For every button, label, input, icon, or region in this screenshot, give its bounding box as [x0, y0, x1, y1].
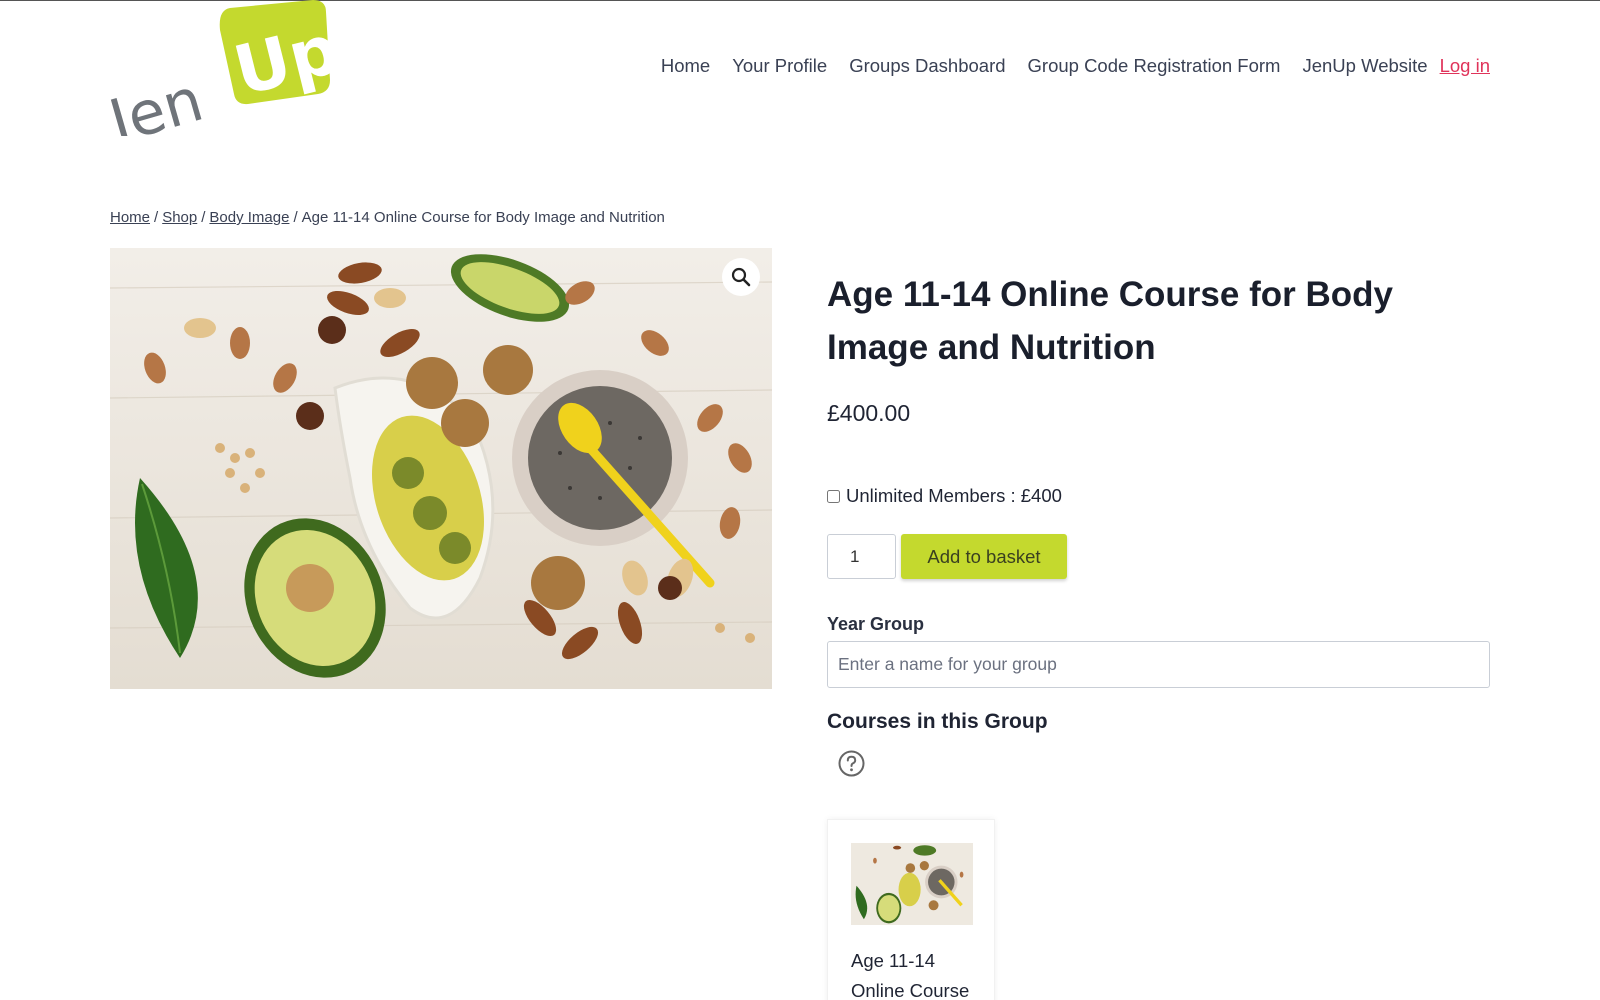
- product-image[interactable]: [110, 248, 772, 689]
- main-nav: Home Your Profile Groups Dashboard Group…: [661, 55, 1490, 77]
- unlimited-members-label: Unlimited Members : £400: [846, 485, 1062, 506]
- jenup-logo-graphic: Up Jen: [98, 0, 347, 159]
- course-card[interactable]: Age 11-14 Online Course: [827, 819, 995, 1000]
- help-button[interactable]: [838, 750, 865, 777]
- course-card-title[interactable]: Age 11-14 Online Course: [851, 946, 981, 1000]
- nav-jenup-website[interactable]: JenUp Website: [1302, 55, 1427, 77]
- unlimited-members-option[interactable]: Unlimited Members : £400: [827, 485, 1062, 507]
- course-thumbnail[interactable]: [851, 843, 973, 925]
- question-circle-icon: [838, 750, 865, 777]
- product-price: £400.00: [827, 400, 911, 426]
- nav-your-profile[interactable]: Your Profile: [732, 55, 827, 77]
- zoom-button[interactable]: [722, 258, 760, 296]
- login-link[interactable]: Log in: [1440, 55, 1490, 77]
- course-thumbnail-image: [851, 843, 973, 925]
- breadcrumb-body-image[interactable]: Body Image: [209, 209, 289, 226]
- nav-groups-dashboard[interactable]: Groups Dashboard: [849, 55, 1005, 77]
- logo-word-text: Jen: [108, 65, 210, 136]
- breadcrumb-separator: /: [293, 209, 298, 226]
- nav-group-code-registration-form[interactable]: Group Code Registration Form: [1028, 55, 1281, 77]
- breadcrumb-current: Age 11-14 Online Course for Body Image a…: [301, 209, 665, 226]
- magnifier-icon: [731, 267, 751, 287]
- breadcrumb: Home / Shop / Body Image / Age 11-14 Online Co…: [110, 209, 665, 226]
- year-group-label: Year Group: [827, 614, 925, 634]
- year-group-input[interactable]: [827, 641, 1490, 688]
- quantity-input[interactable]: [827, 534, 896, 579]
- breadcrumb-separator: /: [154, 209, 159, 226]
- breadcrumb-separator: /: [201, 209, 206, 226]
- unlimited-members-checkbox[interactable]: [827, 489, 840, 503]
- breadcrumb-home[interactable]: Home: [110, 209, 150, 226]
- product-title: Age 11-14 Online Course for Body Image a…: [827, 275, 1393, 367]
- breadcrumb-shop[interactable]: Shop: [162, 209, 197, 226]
- jenup-logo[interactable]: Up Jen: [98, 0, 347, 159]
- food-photo-illustration: [110, 248, 772, 689]
- add-to-basket-button[interactable]: Add to basket: [901, 534, 1067, 579]
- nav-home[interactable]: Home: [661, 55, 710, 77]
- courses-in-group-heading: Courses in this Group: [827, 710, 1048, 733]
